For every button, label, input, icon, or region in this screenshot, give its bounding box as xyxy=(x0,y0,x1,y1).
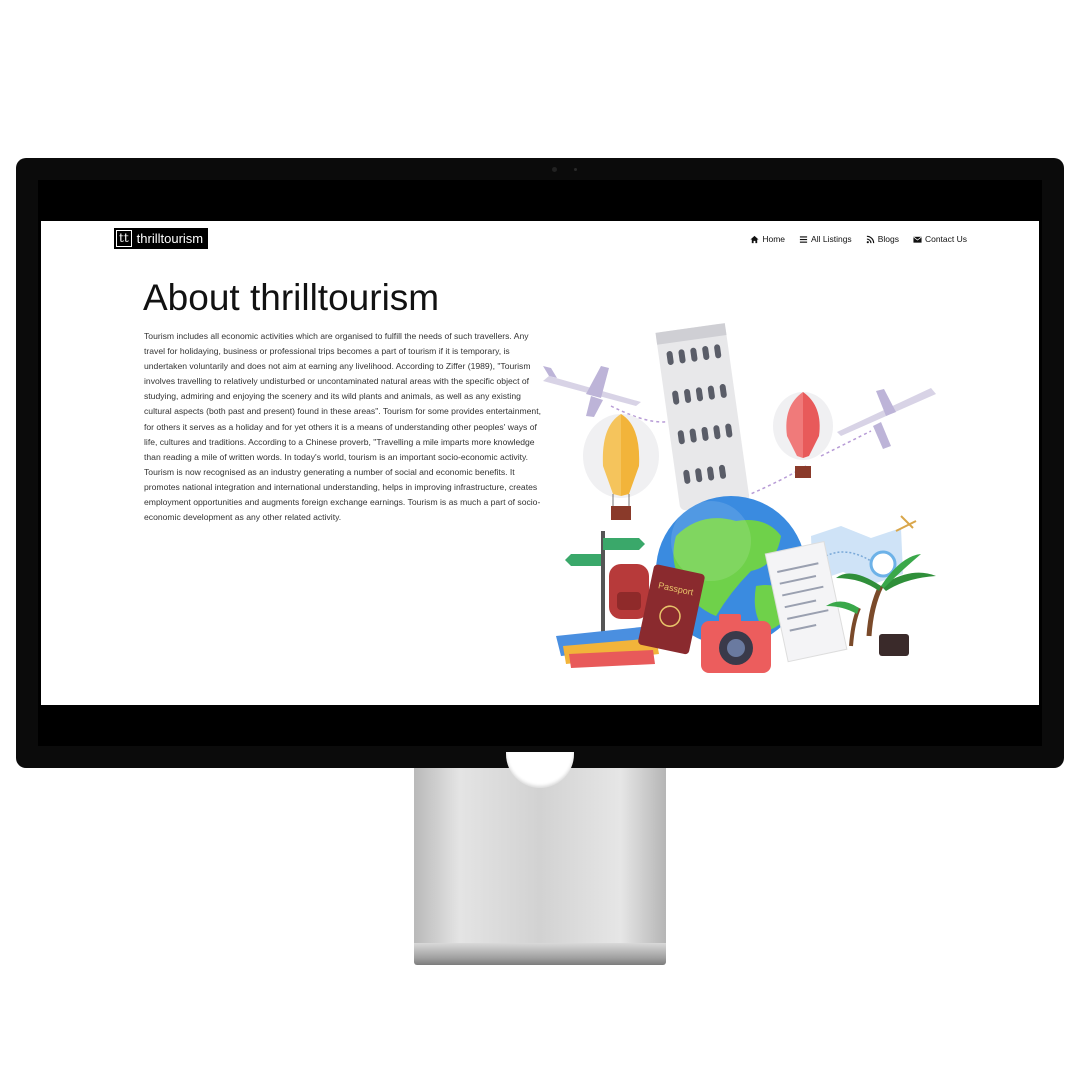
envelope-icon xyxy=(913,236,922,243)
nav-home[interactable]: Home xyxy=(750,234,785,244)
main-nav: Home All Listings Blogs Contact Us xyxy=(750,234,967,244)
nav-all-listings[interactable]: All Listings xyxy=(799,234,852,244)
nav-contact-us-label: Contact Us xyxy=(924,234,967,244)
nav-blogs[interactable]: Blogs xyxy=(866,234,899,244)
about-paragraph: Tourism includes all economic activities… xyxy=(144,331,541,523)
brand-name: thrilltourism xyxy=(136,231,204,246)
website-screen: tt thrilltourism Home All Listings Blogs… xyxy=(41,221,1039,705)
page-title: About thrilltourism xyxy=(143,277,440,318)
camera-indicator xyxy=(574,168,577,171)
list-icon xyxy=(799,235,808,243)
hot-air-balloon-icon xyxy=(583,414,659,520)
leaning-tower-icon xyxy=(655,323,750,511)
webcam xyxy=(552,167,557,172)
travel-illustration: Passport xyxy=(543,323,936,673)
stand-foot xyxy=(414,943,666,965)
airplane-icon xyxy=(543,366,641,417)
camera-icon xyxy=(701,614,771,673)
backpack-icon xyxy=(609,564,649,619)
monitor-stand xyxy=(414,768,666,943)
hot-air-balloon-icon xyxy=(773,392,833,478)
nav-blogs-label: Blogs xyxy=(877,234,899,244)
dragonfly-icon xyxy=(895,515,917,532)
airplane-icon xyxy=(837,388,936,449)
nav-contact-us[interactable]: Contact Us xyxy=(913,234,967,244)
brand-logo[interactable]: tt thrilltourism xyxy=(114,228,209,249)
home-icon xyxy=(750,235,759,243)
nav-all-listings-label: All Listings xyxy=(811,234,852,244)
logo-mark: tt xyxy=(116,230,132,247)
nav-home-label: Home xyxy=(762,234,786,244)
rss-icon xyxy=(866,235,874,243)
